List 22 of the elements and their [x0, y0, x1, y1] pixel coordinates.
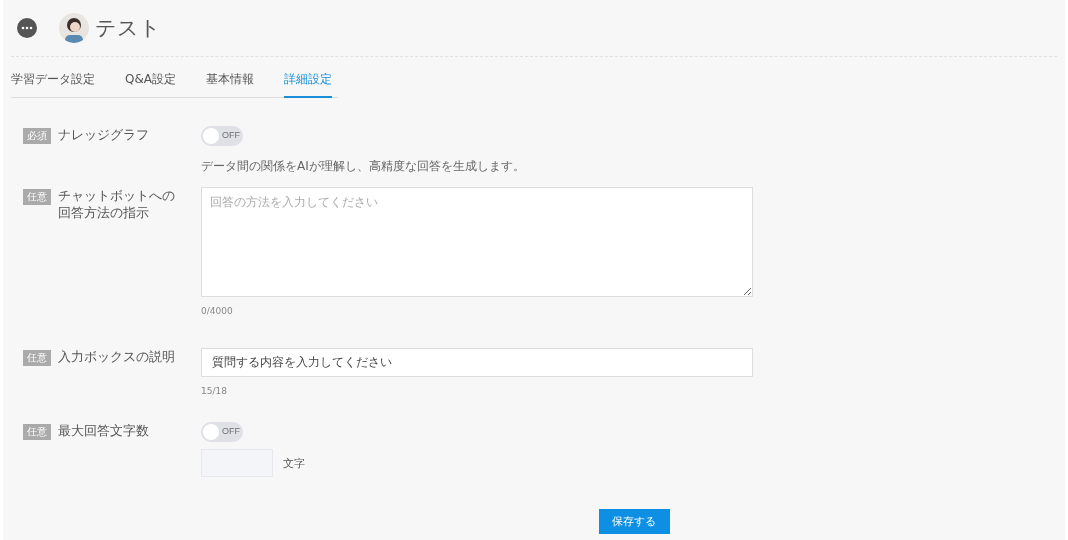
tab[interactable]: 学習データ設定 [11, 67, 95, 98]
chat-icon[interactable] [17, 18, 37, 38]
character-counter: 0/4000 [201, 306, 234, 316]
character-counter: 15/18 [201, 386, 228, 396]
input-field[interactable]: 質問する内容を入力してください [201, 348, 753, 377]
tab[interactable]: Q&A設定 [125, 67, 176, 98]
field-label: 最大回答文字数 [58, 422, 149, 439]
tab[interactable]: 基本情報 [206, 67, 254, 98]
field-label: 入力ボックスの説明 [58, 348, 175, 365]
field-badge: 任意 [23, 424, 51, 440]
avatar [59, 13, 89, 43]
field-badge: 任意 [23, 189, 51, 205]
field-badge: 任意 [23, 350, 51, 366]
field-badge: 必須 [23, 128, 51, 144]
toggle-switch[interactable]: OFF [201, 422, 243, 442]
hint-text: データ間の関係をAIが理解し、高精度な回答を生成します。 [201, 158, 525, 175]
page-title: テスト [95, 15, 161, 42]
instruction-textarea[interactable]: 回答の方法を入力してください [201, 187, 753, 297]
unit-label: 文字 [283, 455, 305, 471]
field-label: チャットボットへの回答方法の指示 [58, 187, 176, 221]
field-label: ナレッジグラフ [58, 126, 149, 143]
toggle-switch[interactable]: OFF [201, 126, 243, 146]
